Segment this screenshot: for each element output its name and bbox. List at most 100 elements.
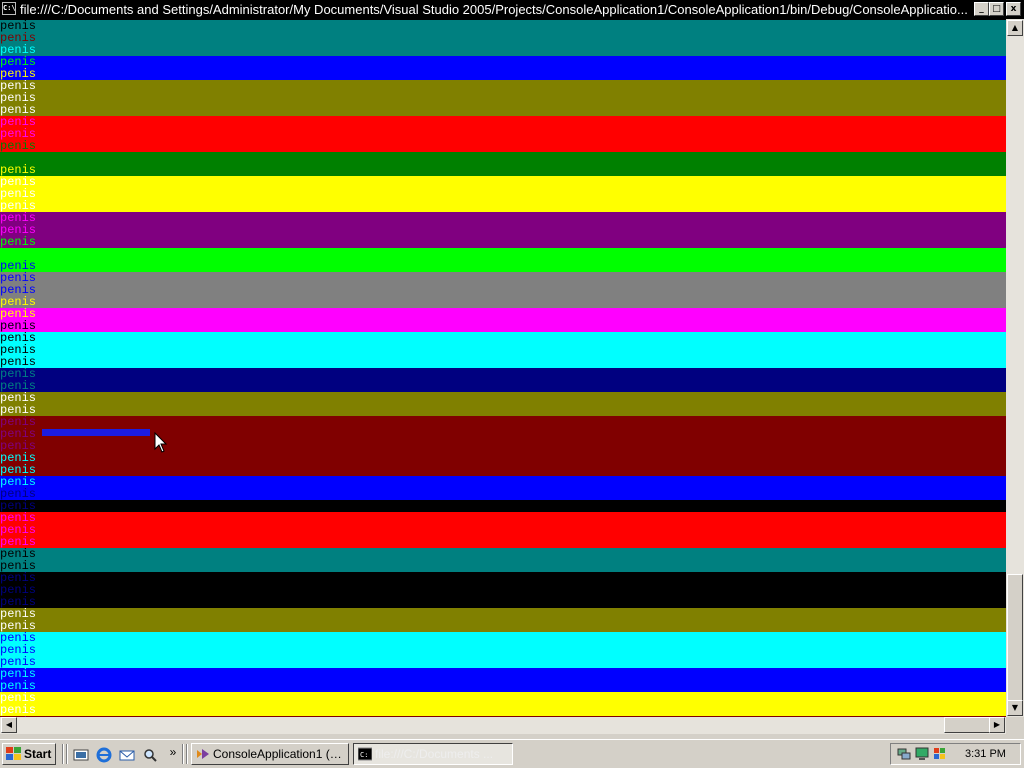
taskbar-separator (62, 744, 64, 764)
taskbar-button-console[interactable]: C: file:///C:/Documents ... (353, 743, 513, 765)
maximize-button[interactable]: □ (989, 2, 1004, 16)
console-line-text: penis (0, 512, 42, 524)
windows-flag-icon (6, 747, 21, 760)
window-title-bar[interactable]: C:\ file:///C:/Documents and Settings/Ad… (0, 0, 1024, 19)
selection-highlight (42, 429, 150, 436)
console-line-text: penis (0, 260, 42, 272)
console-line-text: penis (0, 68, 42, 80)
console-line-text: penis (0, 620, 42, 632)
taskbar-button-visual-studio[interactable]: ConsoleApplication1 (Run... (191, 743, 349, 765)
console-line: penis (0, 236, 1006, 248)
vertical-scroll-thumb[interactable] (1007, 574, 1023, 702)
console-line: penis (0, 644, 1006, 656)
start-button[interactable]: Start (2, 743, 56, 765)
console-line-text: penis (0, 332, 42, 344)
console-line: penis (0, 332, 1006, 344)
console-line-background (42, 536, 1006, 548)
console-line-background (42, 488, 1006, 500)
start-label: Start (24, 747, 52, 761)
console-line-background (42, 128, 1006, 140)
console-line-background (42, 308, 1006, 320)
console-line: penis (0, 176, 1006, 188)
console-line: penis (0, 272, 1006, 284)
horizontal-scrollbar[interactable]: ◀ ▶ (0, 717, 1006, 734)
console-line-text: penis (0, 176, 42, 188)
console-line: penis (0, 44, 1006, 56)
close-button[interactable]: x (1006, 2, 1021, 16)
console-line-text: penis (0, 56, 42, 68)
console-line-background (42, 476, 1006, 488)
scroll-right-button[interactable]: ▶ (989, 717, 1005, 733)
console-line-background (42, 212, 1006, 224)
console-line-background (42, 32, 1006, 44)
scroll-down-button[interactable]: ▼ (1007, 700, 1023, 716)
taskbar-separator (66, 744, 68, 764)
taskbar-clock[interactable]: 3:31 PM (965, 747, 1006, 761)
horizontal-scroll-thumb[interactable] (944, 717, 990, 733)
console-line-background (42, 644, 1006, 656)
console-app-icon[interactable]: C:\ (2, 2, 16, 15)
console-line-text: penis (0, 200, 42, 212)
console-line-text: penis (0, 356, 42, 368)
console-line: penis (0, 524, 1006, 536)
console-line: penis (0, 536, 1006, 548)
console-line: penis (0, 512, 1006, 524)
console-line: penis (0, 392, 1006, 404)
svg-text:C:: C: (360, 751, 368, 759)
console-line-text: penis (0, 704, 42, 716)
console-line-text: penis (0, 560, 42, 572)
console-line: penis (0, 608, 1006, 620)
quicklaunch-more-button[interactable]: » (165, 744, 181, 760)
console-line-background (42, 116, 1006, 128)
console-line-text: penis (0, 284, 42, 296)
scroll-up-button[interactable]: ▲ (1007, 20, 1023, 36)
console-line-text: penis (0, 572, 42, 584)
console-line-text: penis (0, 680, 42, 692)
display-settings-icon[interactable] (915, 747, 929, 761)
console-line-background (42, 704, 1006, 716)
show-desktop-icon[interactable] (73, 747, 89, 763)
console-line-background (42, 584, 1006, 596)
console-line-text: penis (0, 488, 42, 500)
console-line: penis (0, 140, 1006, 152)
search-icon[interactable] (142, 747, 158, 763)
console-line: penis (0, 416, 1006, 428)
system-tray: 3:31 PM (890, 743, 1021, 765)
minimize-button[interactable]: _ (974, 2, 989, 16)
console-line-text: penis (0, 476, 42, 488)
console-line-background (42, 332, 1006, 344)
console-window-icon: C: (358, 747, 372, 761)
console-line-background (42, 320, 1006, 332)
console-line: penis (0, 92, 1006, 104)
console-line-text: penis (0, 632, 42, 644)
console-line: penis (0, 572, 1006, 584)
console-line: penis (0, 428, 1006, 440)
network-icon[interactable] (897, 747, 911, 761)
vertical-scrollbar[interactable]: ▲ ▼ (1006, 19, 1024, 717)
console-line-background (42, 656, 1006, 668)
windows-logo-icon[interactable] (933, 747, 947, 761)
console-line: penis (0, 308, 1006, 320)
console-line-text: penis (0, 548, 42, 560)
console-line-text: penis (0, 248, 42, 260)
internet-explorer-icon[interactable] (96, 747, 112, 763)
console-line-text: penis (0, 212, 42, 224)
console-line: penis (0, 152, 1006, 164)
console-line-background (42, 428, 1006, 440)
console-line-background (42, 368, 1006, 380)
console-line-background (42, 404, 1006, 416)
console-line-background (42, 356, 1006, 368)
console-line-background (42, 284, 1006, 296)
console-line-background (42, 680, 1006, 692)
taskbar-separator (182, 744, 184, 764)
console-line: penis (0, 620, 1006, 632)
outlook-express-icon[interactable] (119, 747, 135, 763)
console-line-text: penis (0, 692, 42, 704)
console-line-background (42, 416, 1006, 428)
console-output[interactable]: penis penis penis penis penis penis penis penis… (0, 19, 1006, 717)
console-line-text: penis (0, 104, 42, 116)
scroll-left-button[interactable]: ◀ (1, 717, 17, 733)
console-line: penis (0, 284, 1006, 296)
console-line-background (42, 632, 1006, 644)
console-line-background (42, 452, 1006, 464)
